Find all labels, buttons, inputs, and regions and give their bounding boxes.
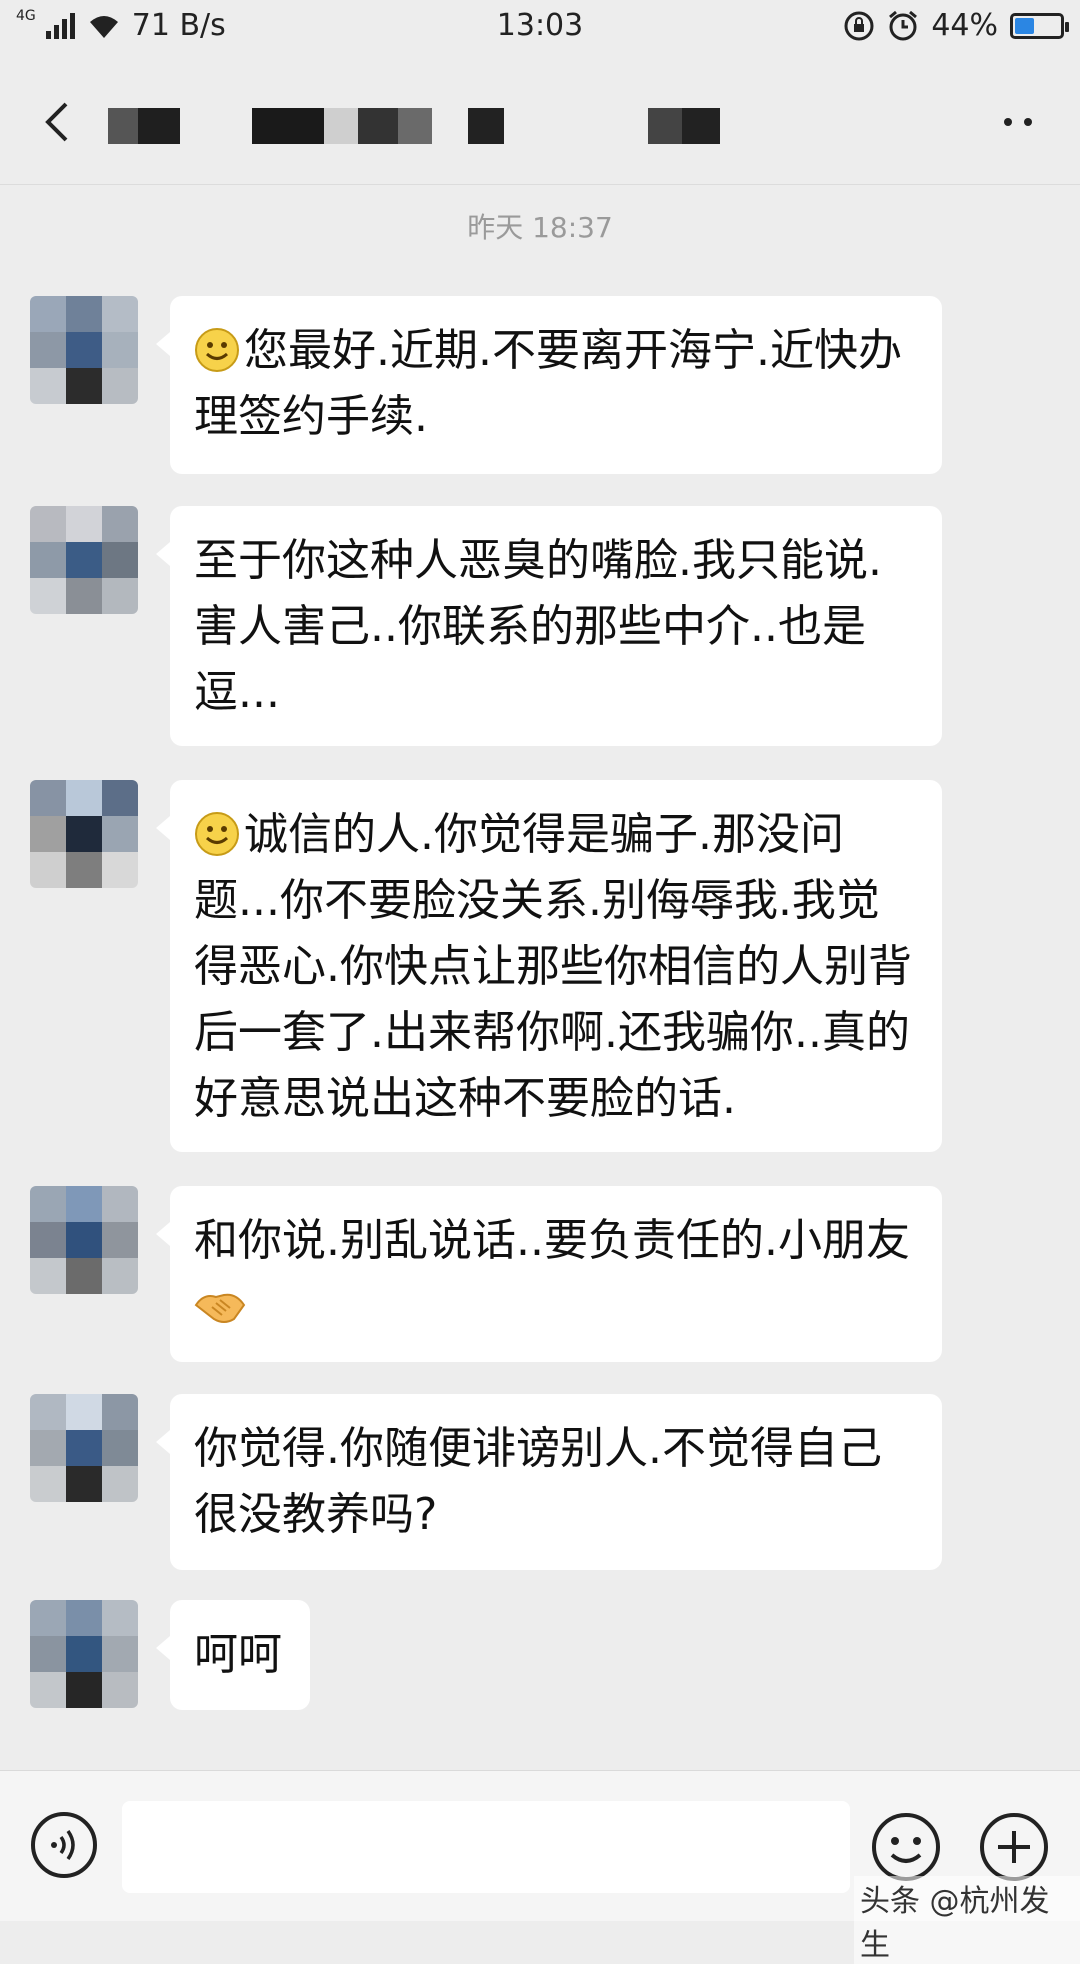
status-bar: 4G 71 B/s 13:03 44% [0, 0, 1080, 56]
message-input[interactable] [122, 1801, 850, 1893]
battery-icon [1010, 12, 1069, 39]
chat-timestamp: 昨天 18:37 [467, 211, 613, 244]
avatar[interactable] [30, 1600, 138, 1708]
avatar[interactable] [30, 1394, 138, 1502]
message-text: 呵呵 [194, 1629, 282, 1680]
message-bubble[interactable]: 诚信的人.你觉得是骗子.那没问题...你不要脸没关系.别侮辱我.我觉得恶心.你快… [156, 780, 942, 1152]
chat-header [0, 60, 1080, 185]
smile-emoji-icon [195, 328, 239, 372]
smile-emoji-icon [195, 812, 239, 856]
avatar[interactable] [30, 296, 138, 404]
avatar[interactable] [30, 1186, 138, 1294]
avatar[interactable] [30, 506, 138, 614]
clock: 13:03 [496, 8, 584, 43]
emoji-icon[interactable] [870, 1811, 942, 1883]
handshake-emoji-icon [194, 1293, 246, 1323]
message-text: 和你说.别乱说话..要负责任的.小朋友 [194, 1215, 910, 1266]
avatar[interactable] [30, 780, 138, 888]
battery-level [1015, 17, 1034, 34]
message-bubble[interactable]: 您最好.近期.不要离开海宁.近快办理签约手续. [156, 296, 942, 474]
plus-icon[interactable] [978, 1811, 1050, 1883]
chevron-left-icon[interactable] [38, 100, 78, 144]
message-text: 你觉得.你随便诽谤别人.不觉得自己很没教养吗? [194, 1423, 882, 1540]
alarm-icon [889, 10, 918, 40]
message-text: 诚信的人.你觉得是骗子.那没问题...你不要脸没关系.别侮辱我.我觉得恶心.你快… [194, 809, 912, 1124]
message-bubble[interactable]: 至于你这种人恶臭的嘴脸.我只能说.害人害己..你联系的那些中介..也是逗... [156, 506, 942, 746]
message-text: 至于你这种人恶臭的嘴脸.我只能说.害人害己..你联系的那些中介..也是逗... [194, 535, 882, 718]
rotation-lock-icon [844, 11, 874, 40]
message-bubble[interactable]: 呵呵 [156, 1600, 310, 1710]
message-bubble[interactable]: 你觉得.你随便诽谤别人.不觉得自己很没教养吗? [156, 1394, 942, 1570]
message-bubble[interactable]: 和你说.别乱说话..要负责任的.小朋友 [156, 1186, 942, 1362]
voice-icon[interactable] [30, 1811, 98, 1879]
watermark: 头条 @杭州发生 [854, 1876, 1080, 1964]
message-text: 您最好.近期.不要离开海宁.近快办理签约手续. [194, 325, 902, 442]
battery-percent: 44% [931, 8, 998, 43]
more-dots-icon[interactable] [1000, 112, 1036, 132]
